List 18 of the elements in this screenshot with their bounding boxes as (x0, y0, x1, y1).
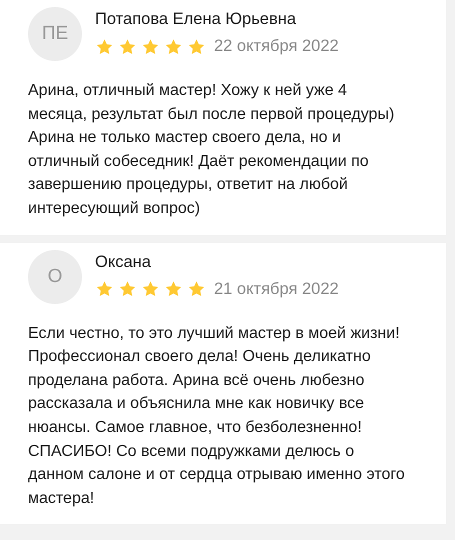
review-text: Если честно, то это лучший мастер в моей жизни! Профессионал своего дела! Очень деликатно проделана работа. Арина всё очень любезно рассказала и объяснила мне как новичку все нюансы. Самое главное, что безболезненно! СПАСИБО! Со всеми подружками делюсь о данном салоне и от сердца отрываю именно этого мастера! (28, 324, 406, 509)
review-date: 21 октября 2022 (214, 280, 339, 299)
author-name: Оксана (95, 252, 151, 272)
star-icon (95, 280, 114, 298)
review-text: Арина, отличный мастер! Хожу к ней уже 4 месяца, результат был после первой процедуры) Арина не только мастер своего дела, но и отличный собеседник! Даёт рекомендации по завершению процедуры, ответит на любой интересующий вопрос) (28, 81, 396, 219)
avatar: О (28, 250, 82, 304)
author-name: Потапова Елена Юрьевна (95, 10, 296, 29)
star-icon (95, 38, 114, 56)
star-icon (187, 38, 206, 56)
star-icon (164, 280, 183, 298)
review-date: 22 октября 2022 (214, 37, 339, 56)
star-icon (164, 38, 183, 56)
star-icon (141, 280, 160, 298)
avatar: ПЕ (28, 7, 82, 61)
star-icon (118, 280, 137, 298)
star-icon (141, 38, 160, 56)
star-icon (118, 38, 137, 56)
star-icon (187, 280, 206, 298)
